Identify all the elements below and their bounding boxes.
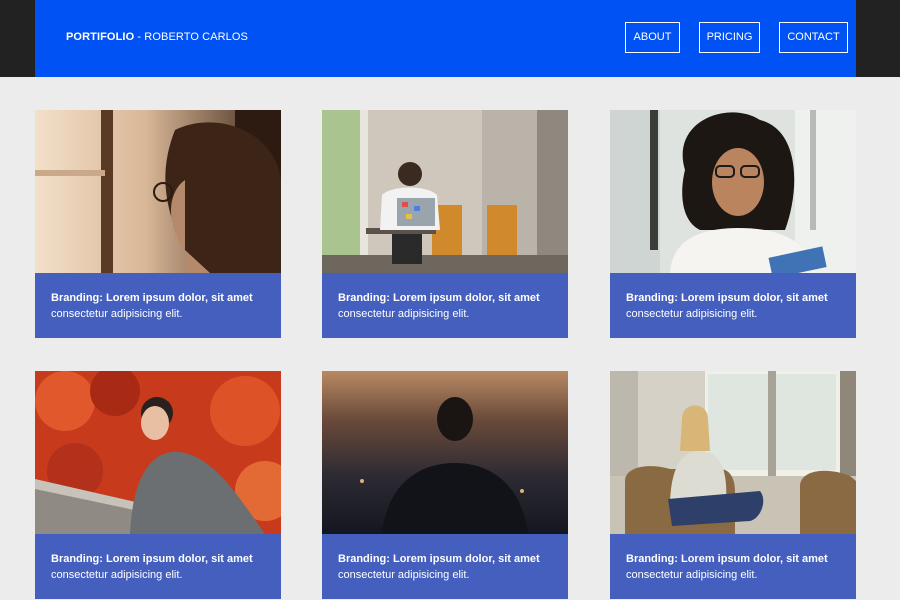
card-title: Branding: Lorem ipsum dolor, sit amet [626,553,828,565]
card-caption: Branding: Lorem ipsum dolor, sit amet co… [35,273,281,338]
card-subtitle: consectetur adipisicing elit. [51,308,183,320]
card-subtitle: consectetur adipisicing elit. [338,569,470,581]
card-subtitle: consectetur adipisicing elit. [51,569,183,581]
portfolio-card[interactable]: Branding: Lorem ipsum dolor, sit amet co… [322,371,568,599]
card-caption: Branding: Lorem ipsum dolor, sit amet co… [35,534,281,599]
site-header: PORTIFOLIO - ROBERTO CARLOS ABOUT PRICIN… [35,0,856,77]
card-photo[interactable] [35,110,281,273]
card-caption: Branding: Lorem ipsum dolor, sit amet co… [610,273,856,338]
card-title: Branding: Lorem ipsum dolor, sit amet [626,292,828,304]
brand-name: PORTIFOLIO [66,31,135,43]
nav-about-button[interactable]: ABOUT [625,22,680,53]
card-title: Branding: Lorem ipsum dolor, sit amet [338,553,540,565]
card-caption: Branding: Lorem ipsum dolor, sit amet co… [322,534,568,599]
brand-owner: - ROBERTO CARLOS [134,31,248,43]
card-photo[interactable] [322,110,568,273]
card-caption: Branding: Lorem ipsum dolor, sit amet co… [322,273,568,338]
card-photo[interactable] [610,110,856,273]
brand-logo[interactable]: PORTIFOLIO - ROBERTO CARLOS [66,31,248,43]
portfolio-card[interactable]: Branding: Lorem ipsum dolor, sit amet co… [322,110,568,338]
nav-contact-button[interactable]: CONTACT [779,22,848,53]
card-photo[interactable] [35,371,281,534]
portfolio-card[interactable]: Branding: Lorem ipsum dolor, sit amet co… [610,110,856,338]
card-subtitle: consectetur adipisicing elit. [626,569,758,581]
card-subtitle: consectetur adipisicing elit. [338,308,470,320]
portfolio-card[interactable]: Branding: Lorem ipsum dolor, sit amet co… [35,371,281,599]
nav-pricing-button[interactable]: PRICING [699,22,760,53]
card-caption: Branding: Lorem ipsum dolor, sit amet co… [610,534,856,599]
portfolio-card[interactable]: Branding: Lorem ipsum dolor, sit amet co… [610,371,856,599]
card-title: Branding: Lorem ipsum dolor, sit amet [338,292,540,304]
card-photo[interactable] [610,371,856,534]
card-title: Branding: Lorem ipsum dolor, sit amet [51,292,253,304]
card-photo[interactable] [322,371,568,534]
portfolio-card[interactable]: Branding: Lorem ipsum dolor, sit amet co… [35,110,281,338]
card-title: Branding: Lorem ipsum dolor, sit amet [51,553,253,565]
card-subtitle: consectetur adipisicing elit. [626,308,758,320]
